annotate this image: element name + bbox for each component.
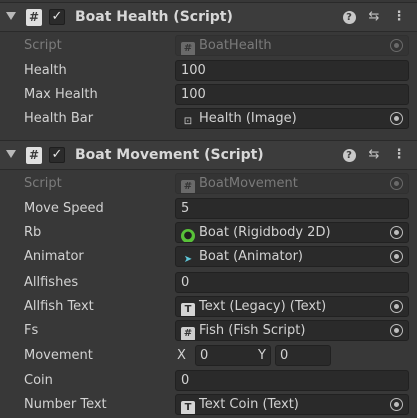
field-label: Allfishes xyxy=(24,275,79,290)
field-label: Animator xyxy=(24,249,84,264)
preset-icon[interactable]: ⇆ xyxy=(366,147,382,163)
component-title: Boat Movement (Script) xyxy=(75,147,264,163)
field-label: Max Health xyxy=(24,87,98,102)
coin-row: Coin 0 xyxy=(0,369,417,393)
allfish-text-object-field[interactable]: T Text (Legacy) (Text) xyxy=(175,296,409,317)
help-icon[interactable]: ? xyxy=(341,147,357,163)
script-field: # BoatMovement xyxy=(175,173,409,194)
field-label: Health xyxy=(24,63,67,78)
fs-object-field[interactable]: # Fish (Fish Script) xyxy=(175,320,409,341)
script-component-icon: # xyxy=(181,327,195,340)
field-label: Movement xyxy=(24,348,93,363)
max-health-input[interactable]: 100 xyxy=(175,84,409,105)
object-picker-icon xyxy=(390,177,403,190)
boat-health-header[interactable]: # ✓ Boat Health (Script) ? ⇆ ⋮ xyxy=(0,2,417,32)
field-label: Move Speed xyxy=(24,201,104,216)
field-label: Coin xyxy=(24,373,53,388)
move-speed-row: Move Speed 5 xyxy=(0,197,417,221)
rb-object-field[interactable]: ● Boat (Rigidbody 2D) xyxy=(175,222,409,243)
context-menu-icon[interactable]: ⋮ xyxy=(391,9,407,25)
health-bar-object-field[interactable]: ⊡ Health (Image) xyxy=(175,108,409,129)
script-field: # BoatHealth xyxy=(175,35,409,56)
animator-object-field[interactable]: ➤ Boat (Animator) xyxy=(175,246,409,267)
health-input[interactable]: 100 xyxy=(175,60,409,81)
coin-input[interactable]: 0 xyxy=(175,370,409,391)
text-component-icon: T xyxy=(181,303,195,316)
text-component-icon: T xyxy=(181,401,195,414)
script-row: Script # BoatMovement xyxy=(0,172,417,196)
field-label: Script xyxy=(24,176,62,191)
script-asset-icon: # xyxy=(181,42,195,55)
movement-y-input[interactable]: 0 xyxy=(275,345,331,366)
rigidbody-2d-icon: ● xyxy=(181,229,195,242)
number-text-row: Number Text T Text Coin (Text) xyxy=(0,393,417,417)
fs-row: Fs # Fish (Fish Script) xyxy=(0,319,417,343)
context-menu-icon[interactable]: ⋮ xyxy=(391,147,407,163)
animator-icon: ➤ xyxy=(183,254,193,265)
allfishes-input[interactable]: 0 xyxy=(175,272,409,293)
field-label: Number Text xyxy=(24,397,107,412)
x-label[interactable]: X xyxy=(177,348,186,363)
boat-movement-header[interactable]: # ✓ Boat Movement (Script) ? ⇆ ⋮ xyxy=(0,140,417,170)
object-picker-icon[interactable] xyxy=(390,324,403,337)
script-icon: # xyxy=(26,147,42,164)
allfish-text-row: Allfish Text T Text (Legacy) (Text) xyxy=(0,295,417,319)
script-icon: # xyxy=(26,9,42,26)
health-bar-row: Health Bar ⊡ Health (Image) xyxy=(0,107,417,131)
max-health-row: Max Health 100 xyxy=(0,83,417,107)
field-label: Rb xyxy=(24,225,42,240)
image-component-icon: ⊡ xyxy=(183,116,193,127)
field-label: Allfish Text xyxy=(24,299,94,314)
field-label: Script xyxy=(24,38,62,53)
foldout-arrow-icon[interactable] xyxy=(6,150,16,158)
script-asset-icon: # xyxy=(181,180,195,193)
preset-icon[interactable]: ⇆ xyxy=(366,9,382,25)
rb-row: Rb ● Boat (Rigidbody 2D) xyxy=(0,221,417,245)
object-picker-icon[interactable] xyxy=(390,398,403,411)
help-icon[interactable]: ? xyxy=(341,9,357,25)
move-speed-input[interactable]: 5 xyxy=(175,198,409,219)
field-label: Health Bar xyxy=(24,111,94,126)
object-picker-icon[interactable] xyxy=(390,300,403,313)
number-text-object-field[interactable]: T Text Coin (Text) xyxy=(175,394,409,415)
animator-row: Animator ➤ Boat (Animator) xyxy=(0,245,417,269)
y-label[interactable]: Y xyxy=(258,348,266,363)
health-row: Health 100 xyxy=(0,59,417,83)
allfishes-row: Allfishes 0 xyxy=(0,271,417,295)
foldout-arrow-icon[interactable] xyxy=(6,12,16,20)
boat-movement-enabled-checkbox[interactable]: ✓ xyxy=(49,147,65,163)
object-picker-icon[interactable] xyxy=(390,250,403,263)
field-label: Fs xyxy=(24,323,39,338)
object-picker-icon[interactable] xyxy=(390,226,403,239)
object-picker-icon xyxy=(390,39,403,52)
object-picker-icon[interactable] xyxy=(390,112,403,125)
movement-row: Movement X 0 Y 0 xyxy=(0,344,417,368)
component-title: Boat Health (Script) xyxy=(75,9,233,25)
script-row: Script # BoatHealth xyxy=(0,34,417,58)
boat-health-enabled-checkbox[interactable]: ✓ xyxy=(49,9,65,25)
